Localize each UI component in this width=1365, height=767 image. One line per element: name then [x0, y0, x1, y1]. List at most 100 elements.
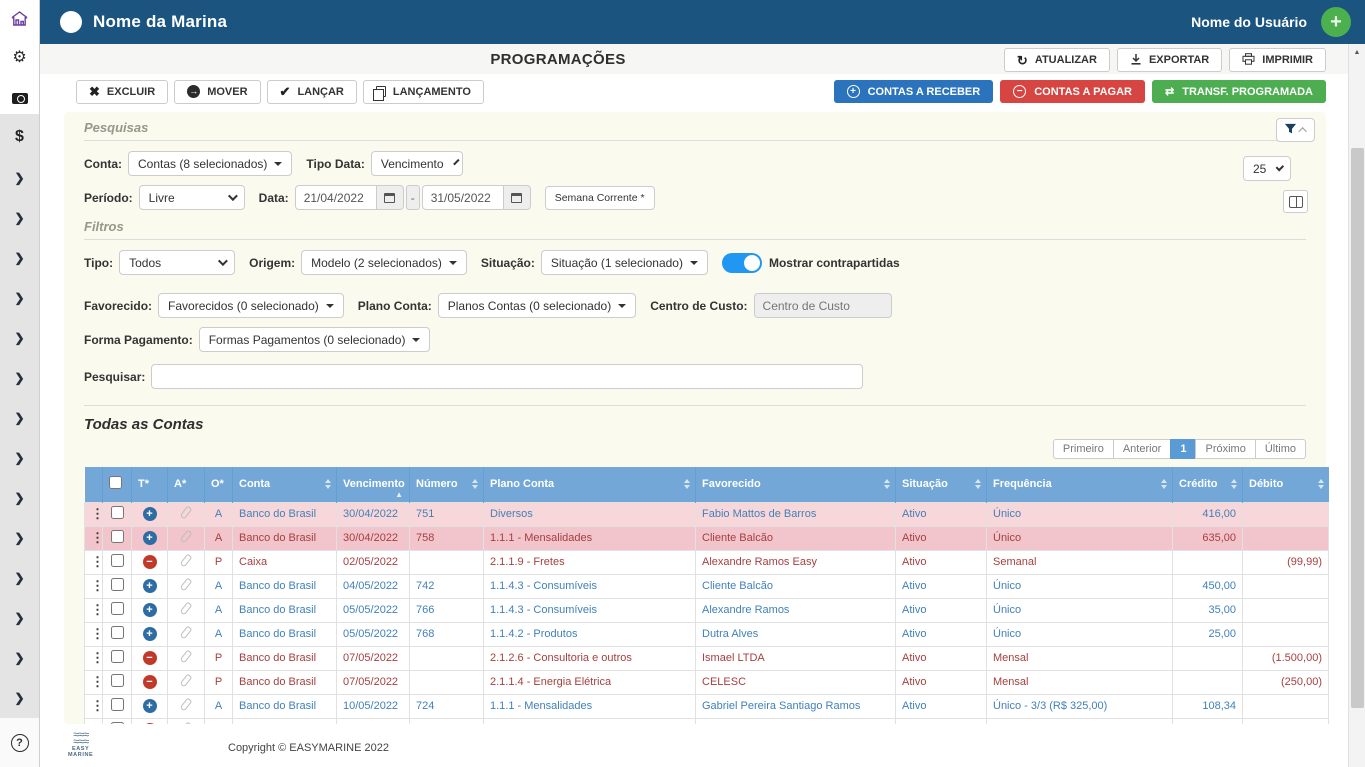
sidebar-chevron-icon[interactable]: ❯: [14, 318, 24, 358]
sidebar-chevron-icon[interactable]: ❯: [14, 158, 24, 198]
tipo-data-select[interactable]: Vencimento: [371, 151, 463, 176]
column-header-favorecido[interactable]: Favorecido: [696, 467, 896, 502]
sidebar-chevron-icon[interactable]: ❯: [14, 358, 24, 398]
attachment-icon[interactable]: [180, 578, 193, 592]
row-menu-icon[interactable]: ⋮: [91, 506, 103, 521]
sidebar-chevron-icon[interactable]: ❯: [14, 438, 24, 478]
row-menu-icon[interactable]: ⋮: [91, 578, 103, 593]
imprimir-button[interactable]: IMPRIMIR: [1229, 48, 1326, 72]
pagination-button[interactable]: Último: [1255, 439, 1306, 459]
row-menu-icon[interactable]: ⋮: [91, 554, 103, 569]
easymarine-logo[interactable]: ≈≈≈ ≈≈≈ EASY MARINE: [68, 732, 93, 759]
column-header-situacao[interactable]: Situação: [896, 467, 987, 502]
table-row[interactable]: ⋮+ABanco do Brasil30/04/20227581.1.1 - M…: [85, 526, 1329, 550]
mover-button[interactable]: → MOVER: [174, 80, 260, 104]
sidebar-chevron-icon[interactable]: ❯: [14, 518, 24, 558]
row-checkbox[interactable]: [111, 602, 124, 615]
attachment-icon[interactable]: [180, 626, 193, 640]
pagination-button[interactable]: Anterior: [1113, 439, 1172, 459]
home-icon[interactable]: [10, 8, 30, 28]
table-row[interactable]: ⋮+ABanco do Brasil04/05/20227421.1.4.3 -…: [85, 574, 1329, 598]
finance-dollar-icon[interactable]: $: [15, 122, 24, 152]
origem-dropdown[interactable]: Modelo (2 selecionados): [301, 250, 467, 275]
row-checkbox[interactable]: [111, 554, 124, 567]
attachment-icon[interactable]: [180, 506, 193, 520]
sidebar-chevron-icon[interactable]: ❯: [14, 198, 24, 238]
table-row[interactable]: ⋮−PBanco do Brasil07/05/20222.1.2.6 - Co…: [85, 646, 1329, 670]
attachment-icon[interactable]: [180, 602, 193, 616]
help-icon[interactable]: ?: [11, 734, 29, 752]
situacao-dropdown[interactable]: Situação (1 selecionado): [541, 250, 708, 275]
scrollbar[interactable]: ▲: [1348, 44, 1365, 767]
plano-conta-dropdown[interactable]: Planos Contas (0 selecionado): [438, 293, 636, 318]
pagination-button[interactable]: 1: [1170, 439, 1196, 459]
data-inicio-input[interactable]: [295, 185, 377, 210]
calendar-icon[interactable]: [377, 185, 404, 210]
row-checkbox[interactable]: [111, 674, 124, 687]
semana-corrente-button[interactable]: Semana Corrente *: [545, 186, 655, 210]
lancar-button[interactable]: ✔ LANÇAR: [267, 80, 357, 104]
tipo-select[interactable]: Todos: [119, 250, 235, 275]
scrollbar-thumb[interactable]: [1351, 148, 1364, 708]
column-header-conta[interactable]: Conta: [233, 467, 337, 502]
sidebar-chevron-icon[interactable]: ❯: [14, 278, 24, 318]
column-header-debito[interactable]: Débito: [1243, 467, 1329, 502]
row-menu-icon[interactable]: ⋮: [91, 698, 103, 713]
row-checkbox[interactable]: [111, 698, 124, 711]
exportar-button[interactable]: EXPORTAR: [1117, 48, 1222, 72]
row-menu-icon[interactable]: ⋮: [91, 602, 103, 617]
scroll-up-arrow-icon[interactable]: ▲: [1349, 44, 1365, 60]
columns-button[interactable]: [1283, 190, 1308, 213]
column-header-frequencia[interactable]: Frequência: [987, 467, 1173, 502]
row-checkbox[interactable]: [111, 530, 124, 543]
row-checkbox[interactable]: [111, 650, 124, 663]
sidebar-chevron-icon[interactable]: ❯: [14, 238, 24, 278]
row-menu-icon[interactable]: ⋮: [91, 626, 103, 641]
column-header-numero[interactable]: Número: [410, 467, 484, 502]
contas-a-pagar-button[interactable]: − CONTAS A PAGAR: [1000, 80, 1145, 103]
settings-gear-icon[interactable]: ⚙: [10, 48, 30, 68]
attachment-icon[interactable]: [180, 650, 193, 664]
sidebar-chevron-icon[interactable]: ❯: [14, 678, 24, 718]
filter-collapse-button[interactable]: [1276, 118, 1315, 142]
attachment-icon[interactable]: [180, 674, 193, 688]
column-header-credito[interactable]: Crédito: [1173, 467, 1243, 502]
lancamento-button[interactable]: LANÇAMENTO: [363, 80, 484, 104]
sidebar-chevron-icon[interactable]: ❯: [14, 478, 24, 518]
marina-logo[interactable]: [60, 11, 82, 33]
column-header-plano[interactable]: Plano Conta: [484, 467, 696, 502]
table-row[interactable]: ⋮−PBanco do Brasil07/05/20222.1.1.4 - En…: [85, 670, 1329, 694]
table-row[interactable]: ⋮+ABanco do Brasil30/04/2022751DiversosF…: [85, 502, 1329, 526]
sidebar-chevron-icon[interactable]: ❯: [14, 398, 24, 438]
contas-a-receber-button[interactable]: + CONTAS A RECEBER: [834, 80, 994, 103]
periodo-select[interactable]: Livre: [139, 185, 245, 210]
data-fim-input[interactable]: [422, 185, 504, 210]
column-header-vencimento[interactable]: Vencimento▲: [337, 467, 410, 502]
select-all-checkbox[interactable]: [109, 476, 122, 489]
sidebar-chevron-icon[interactable]: ❯: [14, 638, 24, 678]
forma-pagamento-dropdown[interactable]: Formas Pagamentos (0 selecionado): [199, 327, 431, 352]
atualizar-button[interactable]: ↻ ATUALIZAR: [1004, 48, 1110, 72]
sidebar-chevron-icon[interactable]: ❯: [14, 598, 24, 638]
row-menu-icon[interactable]: ⋮: [91, 650, 103, 665]
mostrar-contrapartidas-toggle[interactable]: [722, 253, 762, 273]
sidebar-chevron-icon[interactable]: ❯: [14, 558, 24, 598]
calendar-icon[interactable]: [504, 185, 531, 210]
page-size-select[interactable]: 25: [1243, 156, 1291, 181]
transf-programada-button[interactable]: ⇄ TRANSF. PROGRAMADA: [1152, 80, 1326, 103]
attachment-icon[interactable]: [180, 554, 193, 568]
row-checkbox[interactable]: [111, 626, 124, 639]
user-name[interactable]: Nome do Usuário: [1191, 14, 1307, 30]
table-row[interactable]: ⋮−PCaixa02/05/20222.1.1.9 - FretesAlexan…: [85, 550, 1329, 574]
attachment-icon[interactable]: [180, 530, 193, 544]
table-row[interactable]: ⋮+ABanco do Brasil05/05/20227661.1.4.3 -…: [85, 598, 1329, 622]
excluir-button[interactable]: ✖ EXCLUIR: [76, 80, 168, 104]
row-menu-icon[interactable]: ⋮: [91, 674, 103, 689]
table-row[interactable]: ⋮+ABanco do Brasil10/05/20227241.1.1 - M…: [85, 694, 1329, 718]
add-button[interactable]: +: [1321, 7, 1351, 37]
favorecido-dropdown[interactable]: Favorecidos (0 selecionado): [158, 293, 344, 318]
pagination-button[interactable]: Primeiro: [1053, 439, 1114, 459]
row-menu-icon[interactable]: ⋮: [91, 530, 103, 545]
pagination-button[interactable]: Próximo: [1195, 439, 1255, 459]
cash-icon[interactable]: [10, 88, 30, 108]
